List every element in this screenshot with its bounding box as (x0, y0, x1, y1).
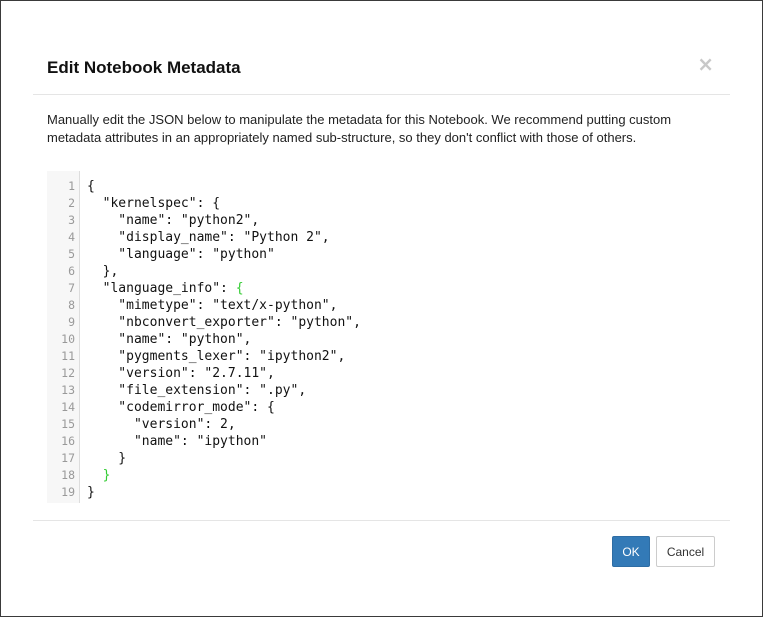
code-line: }, (87, 263, 119, 280)
dialog-footer: OK Cancel (33, 520, 730, 617)
line-number: 17 (61, 451, 75, 465)
code-line: } (87, 450, 126, 467)
line-number: 9 (68, 315, 75, 329)
ok-button[interactable]: OK (612, 536, 650, 567)
line-number: 12 (61, 366, 75, 380)
code-text: "mimetype": "text/x-python", (87, 298, 338, 313)
code-text: "name": "ipython" (87, 434, 268, 449)
code-line: "mimetype": "text/x-python", (87, 297, 337, 314)
code-line: "file_extension": ".py", (87, 382, 306, 399)
cancel-button[interactable]: Cancel (656, 536, 715, 567)
code-text: "codemirror_mode": { (87, 400, 275, 415)
code-text: "name": "python2", (87, 213, 260, 228)
dialog-description: Manually edit the JSON below to manipula… (47, 112, 672, 145)
code-line: } (87, 484, 95, 501)
code-text: "version": "2.7.11", (87, 366, 275, 381)
code-line: { (87, 178, 95, 195)
code-line: "version": "2.7.11", (87, 365, 275, 382)
dialog-title: Edit Notebook Metadata (47, 58, 241, 77)
code-line: "name": "python", (87, 331, 251, 348)
line-number: 8 (68, 298, 75, 312)
line-number: 5 (68, 247, 75, 261)
code-text: "pygments_lexer": "ipython2", (87, 349, 346, 364)
code-text: }, (87, 264, 119, 279)
matched-bracket: } (102, 468, 111, 483)
code-text: "kernelspec": { (87, 196, 221, 211)
line-number: 18 (61, 468, 75, 482)
code-line: "language_info": { (87, 280, 244, 297)
line-number: 13 (61, 383, 75, 397)
code-line: "language": "python" (87, 246, 275, 263)
code-text: } (87, 451, 127, 466)
code-text: } (87, 485, 95, 500)
line-number: 19 (61, 485, 75, 499)
line-number: 15 (61, 417, 75, 431)
code-line: "display_name": "Python 2", (87, 229, 330, 246)
line-number: 16 (61, 434, 75, 448)
code-line: "codemirror_mode": { (87, 399, 275, 416)
line-number: 6 (68, 264, 75, 278)
code-line: "name": "python2", (87, 212, 259, 229)
code-area[interactable]: { "kernelspec": { "name": "python2", "di… (87, 171, 727, 503)
line-number: 2 (68, 196, 75, 210)
line-number: 1 (68, 179, 75, 193)
line-number: 3 (68, 213, 75, 227)
close-icon[interactable]: × (697, 54, 714, 74)
code-text: "nbconvert_exporter": "python", (87, 315, 361, 330)
edit-metadata-dialog: Edit Notebook Metadata × Manually edit t… (0, 0, 763, 617)
code-line: } (87, 467, 111, 484)
json-editor[interactable]: 1 2 3 4 5 6 7 8 9 10 11 12 13 14 15 16 17 18 19 { "kernels… (47, 171, 729, 503)
code-line: "name": "ipython" (87, 433, 267, 450)
dialog-header: Edit Notebook Metadata × (33, 1, 730, 95)
line-number: 11 (61, 349, 75, 363)
matched-bracket: { (235, 281, 244, 296)
code-line: "version": 2, (87, 416, 236, 433)
code-line: "pygments_lexer": "ipython2", (87, 348, 345, 365)
code-text: "display_name": "Python 2", (87, 230, 330, 245)
line-number-gutter: 1 2 3 4 5 6 7 8 9 10 11 12 13 14 15 16 17 18 19 (47, 171, 80, 503)
code-line: "nbconvert_exporter": "python", (87, 314, 361, 331)
line-number: 14 (61, 400, 75, 414)
code-text: "version": 2, (87, 417, 236, 432)
code-line: "kernelspec": { (87, 195, 220, 212)
line-number: 4 (68, 230, 75, 244)
code-text: { (87, 179, 95, 194)
line-number: 7 (68, 281, 75, 295)
code-text: "language": "python" (87, 247, 275, 262)
code-text: "file_extension": ".py", (87, 383, 307, 398)
code-text: "name": "python", (87, 332, 252, 347)
code-text: "language_info": (87, 281, 236, 296)
line-number: 10 (61, 332, 75, 346)
